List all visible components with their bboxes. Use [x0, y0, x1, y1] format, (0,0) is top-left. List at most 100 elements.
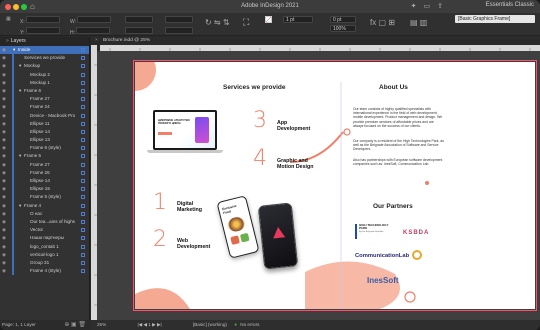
selection-square-icon[interactable]: [81, 72, 85, 77]
visibility-eye-icon[interactable]: ◉: [2, 185, 6, 193]
visibility-eye-icon[interactable]: ◉: [2, 259, 6, 267]
layer-row[interactable]: ◉ Ellipse 13: [0, 136, 89, 145]
layer-row[interactable]: ◉ Frame 6 ▾: [0, 86, 89, 96]
reference-point-icon[interactable]: ▦: [6, 16, 11, 22]
visibility-eye-icon[interactable]: ◉: [2, 169, 6, 177]
footer-icons[interactable]: ⊕ ▣ 🗑: [64, 320, 86, 330]
visibility-eye-icon[interactable]: ◉: [2, 144, 6, 152]
layer-row[interactable]: ◉ Frame 5 (style): [0, 193, 89, 202]
selection-square-icon[interactable]: [81, 252, 85, 257]
layer-row[interactable]: ◉ Frame 5 ▾: [0, 152, 89, 161]
selection-square-icon[interactable]: [81, 179, 85, 183]
height-field[interactable]: [76, 27, 111, 34]
visibility-eye-icon[interactable]: ◉: [2, 87, 6, 95]
visibility-eye-icon[interactable]: ◉: [2, 136, 6, 144]
preflight-profile[interactable]: [Basic] (working): [193, 322, 227, 327]
selection-square-icon[interactable]: [81, 187, 85, 192]
visibility-eye-icon[interactable]: ◉: [2, 161, 6, 169]
y-field[interactable]: [25, 27, 60, 34]
shear-field[interactable]: [165, 27, 193, 34]
rotate-field[interactable]: [165, 16, 193, 23]
layer-row[interactable]: ◉ Frame 27: [0, 95, 89, 104]
visibility-eye-icon[interactable]: ◉: [2, 95, 6, 103]
object-style-select[interactable]: [Basic Graphics Frame]: [455, 15, 535, 23]
layer-row[interactable]: ◉ vertical-logo 1: [0, 250, 89, 259]
selection-square-icon[interactable]: [81, 56, 85, 61]
selection-square-icon[interactable]: [81, 162, 85, 167]
selection-square-icon[interactable]: [81, 121, 85, 126]
expand-triangle-icon[interactable]: ▾: [19, 62, 21, 70]
zoom-level[interactable]: 25%: [97, 322, 106, 327]
selection-square-icon[interactable]: [81, 203, 85, 208]
scale-x-field[interactable]: [125, 16, 153, 23]
stroke-weight-field[interactable]: 1 pt: [283, 16, 313, 23]
selection-square-icon[interactable]: [81, 129, 85, 134]
visibility-eye-icon[interactable]: ◉: [2, 234, 6, 242]
visibility-eye-icon[interactable]: ◉: [2, 218, 6, 226]
effects-icons[interactable]: fx ▢ ⊞: [370, 18, 395, 27]
layer-row[interactable]: ◉ Frame 24: [0, 103, 89, 112]
visibility-eye-icon[interactable]: ◉: [2, 267, 6, 275]
visibility-eye-icon[interactable]: ◉: [2, 128, 6, 136]
selection-square-icon[interactable]: [81, 154, 85, 159]
layer-row[interactable]: ◉ Ellipse 14: [0, 177, 89, 186]
visibility-eye-icon[interactable]: ◉: [2, 79, 6, 87]
selection-square-icon[interactable]: [81, 211, 85, 216]
page-nav[interactable]: |◀ ◀ 1 ▶ ▶|: [137, 322, 161, 327]
layer-row[interactable]: ◉ Services we provide: [0, 54, 89, 63]
fill-stroke-icon[interactable]: [265, 16, 272, 23]
layer-row[interactable]: ◉ Ellipse 11: [0, 119, 89, 128]
layer-row[interactable]: ◉ Frame 27: [0, 160, 89, 169]
layer-row[interactable]: ◉ Frame 6 (style): [0, 144, 89, 153]
layer-row[interactable]: ◉ Vector: [0, 226, 89, 235]
visibility-eye-icon[interactable]: ◉: [2, 54, 6, 62]
brochure-spread[interactable]: Services we provide ЦИФРОВОЕ АГЕНТСТВО П…: [135, 62, 535, 309]
selection-icon[interactable]: ⛶: [243, 17, 249, 28]
selection-square-icon[interactable]: [81, 219, 85, 224]
selection-square-icon[interactable]: [81, 269, 85, 274]
layer-row[interactable]: ◉ Ellipse 14: [0, 127, 89, 137]
expand-triangle-icon[interactable]: ▾: [19, 87, 21, 95]
layer-row[interactable]: ◉ Mockup 2: [0, 70, 89, 79]
expand-triangle-icon[interactable]: ▾: [19, 202, 21, 210]
layer-row[interactable]: ◉ Group 31: [0, 258, 89, 268]
layer-row[interactable]: ◉ Наши партнеры: [0, 234, 89, 243]
selection-square-icon[interactable]: [81, 260, 85, 265]
share-icon[interactable]: ⇪: [437, 3, 450, 10]
layer-row[interactable]: ◉ Mockup 1: [0, 78, 89, 87]
layer-row[interactable]: ◉ Our tea...ains of highs: [0, 217, 89, 227]
selection-square-icon[interactable]: [81, 138, 85, 143]
lightbulb-icon[interactable]: ✦: [411, 3, 424, 10]
selection-square-icon[interactable]: [81, 80, 85, 85]
visibility-eye-icon[interactable]: ◉: [2, 193, 6, 201]
visibility-eye-icon[interactable]: ◉: [2, 210, 6, 218]
collapse-icon[interactable]: »: [6, 38, 9, 44]
visibility-eye-icon[interactable]: ◉: [2, 120, 6, 128]
opacity-field[interactable]: 100%: [330, 25, 356, 32]
workspace-switcher[interactable]: Essentials Classic: [486, 2, 534, 8]
wrap-icons[interactable]: ▤ ▥: [410, 18, 427, 27]
visibility-eye-icon[interactable]: ◉: [2, 152, 6, 160]
layer-row[interactable]: ◉ Device - Macbook Pro: [0, 111, 89, 120]
width-field[interactable]: [77, 16, 112, 23]
selection-square-icon[interactable]: [81, 64, 85, 69]
layer-row[interactable]: ◉ Frame 4 ▾: [0, 201, 89, 210]
selection-square-icon[interactable]: [81, 228, 85, 233]
visibility-eye-icon[interactable]: ◉: [2, 243, 6, 251]
layer-row[interactable]: ◉ Frame 26: [0, 168, 89, 177]
selection-square-icon[interactable]: [81, 236, 85, 241]
selection-square-icon[interactable]: [81, 195, 85, 200]
expand-triangle-icon[interactable]: ▾: [19, 152, 21, 160]
selection-square-icon[interactable]: [81, 48, 85, 52]
layer-row[interactable]: ◉ Inside ▾: [0, 46, 89, 55]
x-field[interactable]: [26, 16, 61, 23]
layer-row[interactable]: ◉ О нас: [0, 209, 89, 218]
selection-square-icon[interactable]: [81, 170, 85, 175]
layers-panel-tab[interactable]: » Layers: [0, 37, 89, 46]
expand-triangle-icon[interactable]: ▾: [13, 46, 15, 54]
visibility-eye-icon[interactable]: ◉: [2, 103, 6, 111]
visibility-eye-icon[interactable]: ◉: [2, 177, 6, 185]
visibility-eye-icon[interactable]: ◉: [2, 62, 6, 70]
layer-row[interactable]: ◉ Ellipse 15: [0, 185, 89, 194]
visibility-eye-icon[interactable]: ◉: [2, 251, 6, 259]
